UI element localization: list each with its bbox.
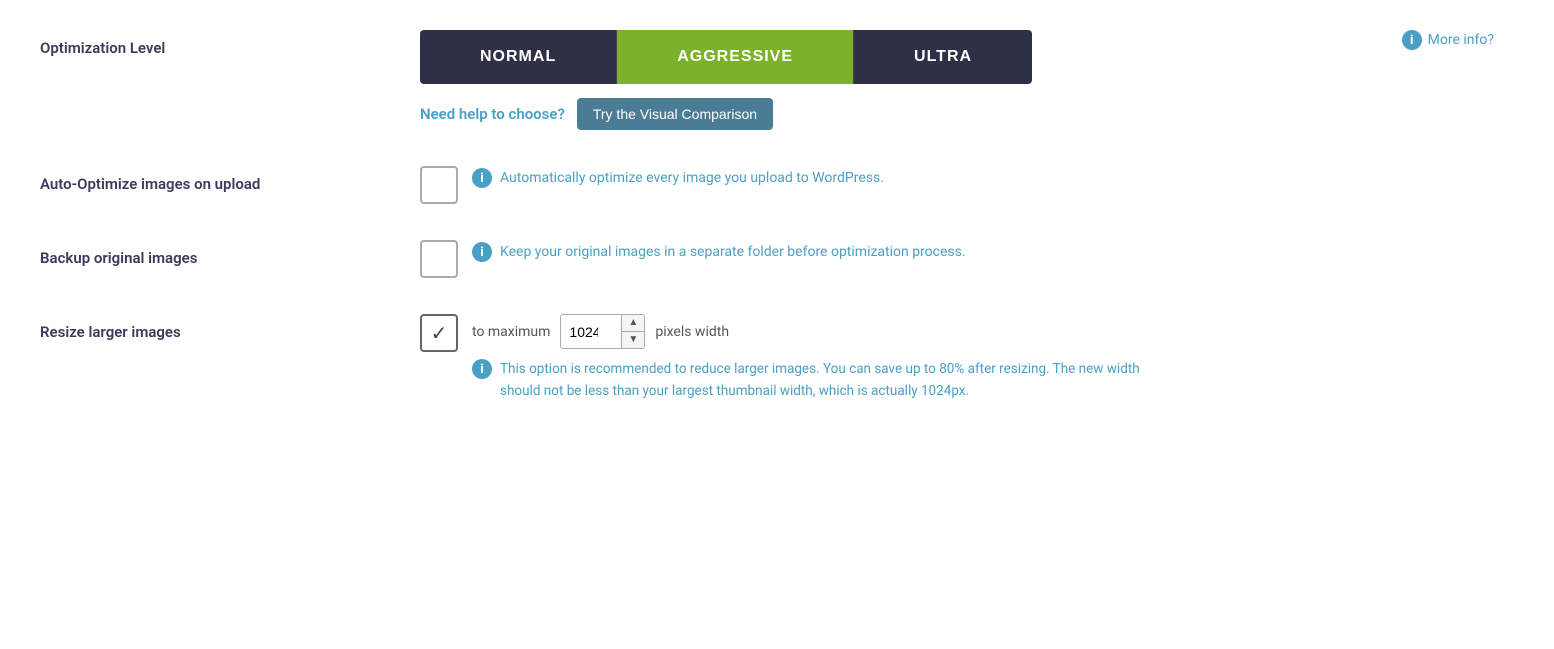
more-info-area: i More info? (1402, 30, 1494, 50)
optimization-level-controls: NORMAL AGGRESSIVE ULTRA Need help to cho… (420, 30, 1032, 130)
resize-note: i This option is recommended to reduce l… (472, 359, 1172, 402)
backup-original-checkbox[interactable] (420, 240, 458, 278)
need-help-text: Need help to choose? (420, 105, 565, 123)
spinner-up-button[interactable]: ▲ (622, 315, 644, 332)
auto-optimize-label: Auto-Optimize images on upload (40, 166, 420, 195)
pixel-width-input[interactable] (561, 318, 621, 346)
opt-level-aggressive-button[interactable]: AGGRESSIVE (617, 30, 854, 84)
visual-comparison-button[interactable]: Try the Visual Comparison (577, 98, 773, 130)
backup-original-label: Backup original images (40, 240, 420, 269)
spinner-controls: ▲ ▼ (621, 315, 644, 348)
backup-original-info-icon: i (472, 242, 492, 262)
backup-original-control: i Keep your original images in a separat… (420, 240, 1514, 278)
resize-note-text: This option is recommended to reduce lar… (500, 359, 1172, 402)
resize-note-info-icon: i (472, 359, 492, 379)
opt-level-ultra-button[interactable]: ULTRA (854, 30, 1032, 84)
backup-original-row: Backup original images i Keep your origi… (40, 240, 1514, 278)
backup-original-desc-text: Keep your original images in a separate … (500, 242, 966, 263)
resize-larger-checkbox[interactable]: ✓ (420, 314, 458, 352)
resize-options: to maximum ▲ ▼ pixels width i This optio… (472, 314, 1172, 402)
need-help-row: Need help to choose? Try the Visual Comp… (420, 98, 1032, 130)
resize-larger-row: Resize larger images ✓ to maximum ▲ ▼ pi… (40, 314, 1514, 402)
more-info-icon: i (1402, 30, 1422, 50)
auto-optimize-checkbox[interactable] (420, 166, 458, 204)
auto-optimize-control: i Automatically optimize every image you… (420, 166, 1514, 204)
resize-inline-row: to maximum ▲ ▼ pixels width (472, 314, 1172, 349)
optimization-level-label: Optimization Level (40, 30, 420, 59)
pixel-input-wrapper: ▲ ▼ (560, 314, 645, 349)
auto-optimize-description: i Automatically optimize every image you… (472, 168, 884, 189)
checkmark-icon: ✓ (431, 323, 448, 343)
auto-optimize-row: Auto-Optimize images on upload i Automat… (40, 166, 1514, 204)
auto-optimize-info-icon: i (472, 168, 492, 188)
resize-larger-control: ✓ to maximum ▲ ▼ pixels width i (420, 314, 1514, 402)
backup-original-description: i Keep your original images in a separat… (472, 242, 966, 263)
resize-prefix-text: to maximum (472, 324, 550, 340)
spinner-down-button[interactable]: ▼ (622, 332, 644, 348)
more-info-link[interactable]: More info? (1428, 32, 1494, 48)
opt-level-normal-button[interactable]: NORMAL (420, 30, 617, 84)
optimization-level-row: Optimization Level NORMAL AGGRESSIVE ULT… (40, 30, 1514, 130)
optimization-level-buttons: NORMAL AGGRESSIVE ULTRA (420, 30, 1032, 84)
resize-larger-label: Resize larger images (40, 314, 420, 343)
auto-optimize-desc-text: Automatically optimize every image you u… (500, 168, 884, 189)
resize-suffix-text: pixels width (655, 324, 729, 340)
